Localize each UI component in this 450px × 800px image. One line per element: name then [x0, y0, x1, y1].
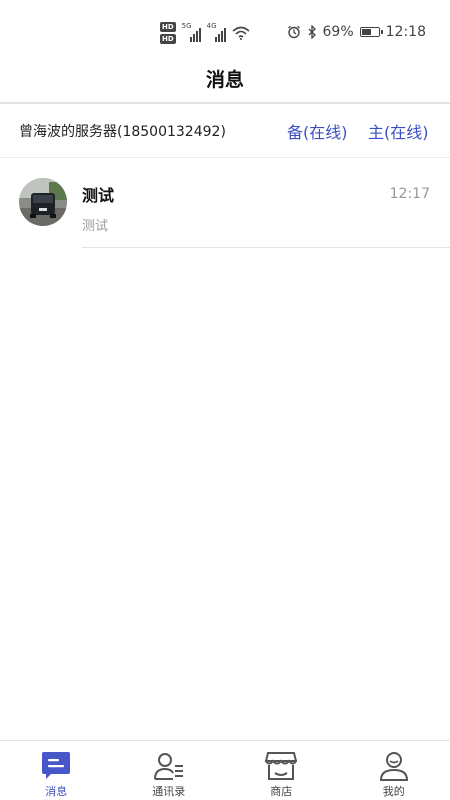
nav-item-store[interactable]: 商店 — [225, 741, 338, 800]
signal-5g: 5G — [181, 22, 201, 42]
backup-server-button[interactable]: 备(在线) — [287, 119, 348, 143]
sim-hd-stack: HD HD — [160, 22, 176, 44]
signal-4g: 4G — [206, 22, 226, 42]
signal-bars-icon — [189, 28, 201, 42]
nav-label-profile: 我的 — [382, 785, 405, 798]
profile-icon — [379, 752, 408, 781]
alarm-icon — [287, 25, 300, 39]
network-type-5g: 5G — [181, 22, 192, 30]
chat-preview: 测试 — [82, 219, 109, 234]
nav-label-messages: 消息 — [45, 785, 68, 798]
network-indicators: HD HD 5G 4G — [160, 20, 250, 46]
contacts-icon — [153, 753, 183, 780]
wifi-icon — [232, 26, 250, 40]
header: 消息 — [0, 62, 450, 102]
battery-percent: 69% — [322, 24, 354, 40]
nav-label-store: 商店 — [270, 785, 293, 798]
page-title: 消息 — [205, 69, 244, 91]
nav-item-contacts[interactable]: 通讯录 — [113, 741, 226, 800]
chat-name: 测试 — [82, 186, 115, 205]
app-screen: HD HD 5G 4G 69% 12:18 消息 曾海波的服务器(1850013… — [0, 0, 450, 800]
hd-badge-sim1: HD — [160, 22, 176, 32]
hd-badge-sim2: HD — [160, 34, 176, 44]
battery-level — [361, 29, 372, 35]
chat-list-item[interactable]: 测试 12:17 测试 — [0, 160, 450, 248]
status-right: 69% 12:18 — [287, 24, 426, 40]
bottom-nav: 消息 通讯录 商店 我的 — [0, 740, 450, 800]
network-type-4g: 4G — [206, 22, 217, 30]
avatar — [19, 178, 67, 226]
battery-icon — [359, 27, 383, 37]
chat-time: 12:17 — [389, 186, 430, 202]
main-server-button[interactable]: 主(在线) — [368, 119, 429, 143]
message-icon — [42, 752, 71, 779]
signal-bars-icon — [214, 28, 226, 42]
status-bar: HD HD 5G 4G 69% 12:18 — [0, 0, 450, 62]
bluetooth-icon — [308, 25, 316, 39]
nav-item-profile[interactable]: 我的 — [338, 741, 450, 800]
chat-divider — [82, 247, 450, 248]
car-photo-icon — [19, 178, 67, 226]
store-icon — [265, 752, 298, 780]
nav-item-messages[interactable]: 消息 — [0, 741, 113, 800]
server-bar: 曾海波的服务器(18500132492) 备(在线) 主(在线) — [0, 104, 450, 158]
nav-label-contacts: 通讯录 — [152, 785, 186, 798]
clock: 12:18 — [385, 24, 426, 40]
server-name: 曾海波的服务器(18500132492) — [19, 124, 226, 140]
